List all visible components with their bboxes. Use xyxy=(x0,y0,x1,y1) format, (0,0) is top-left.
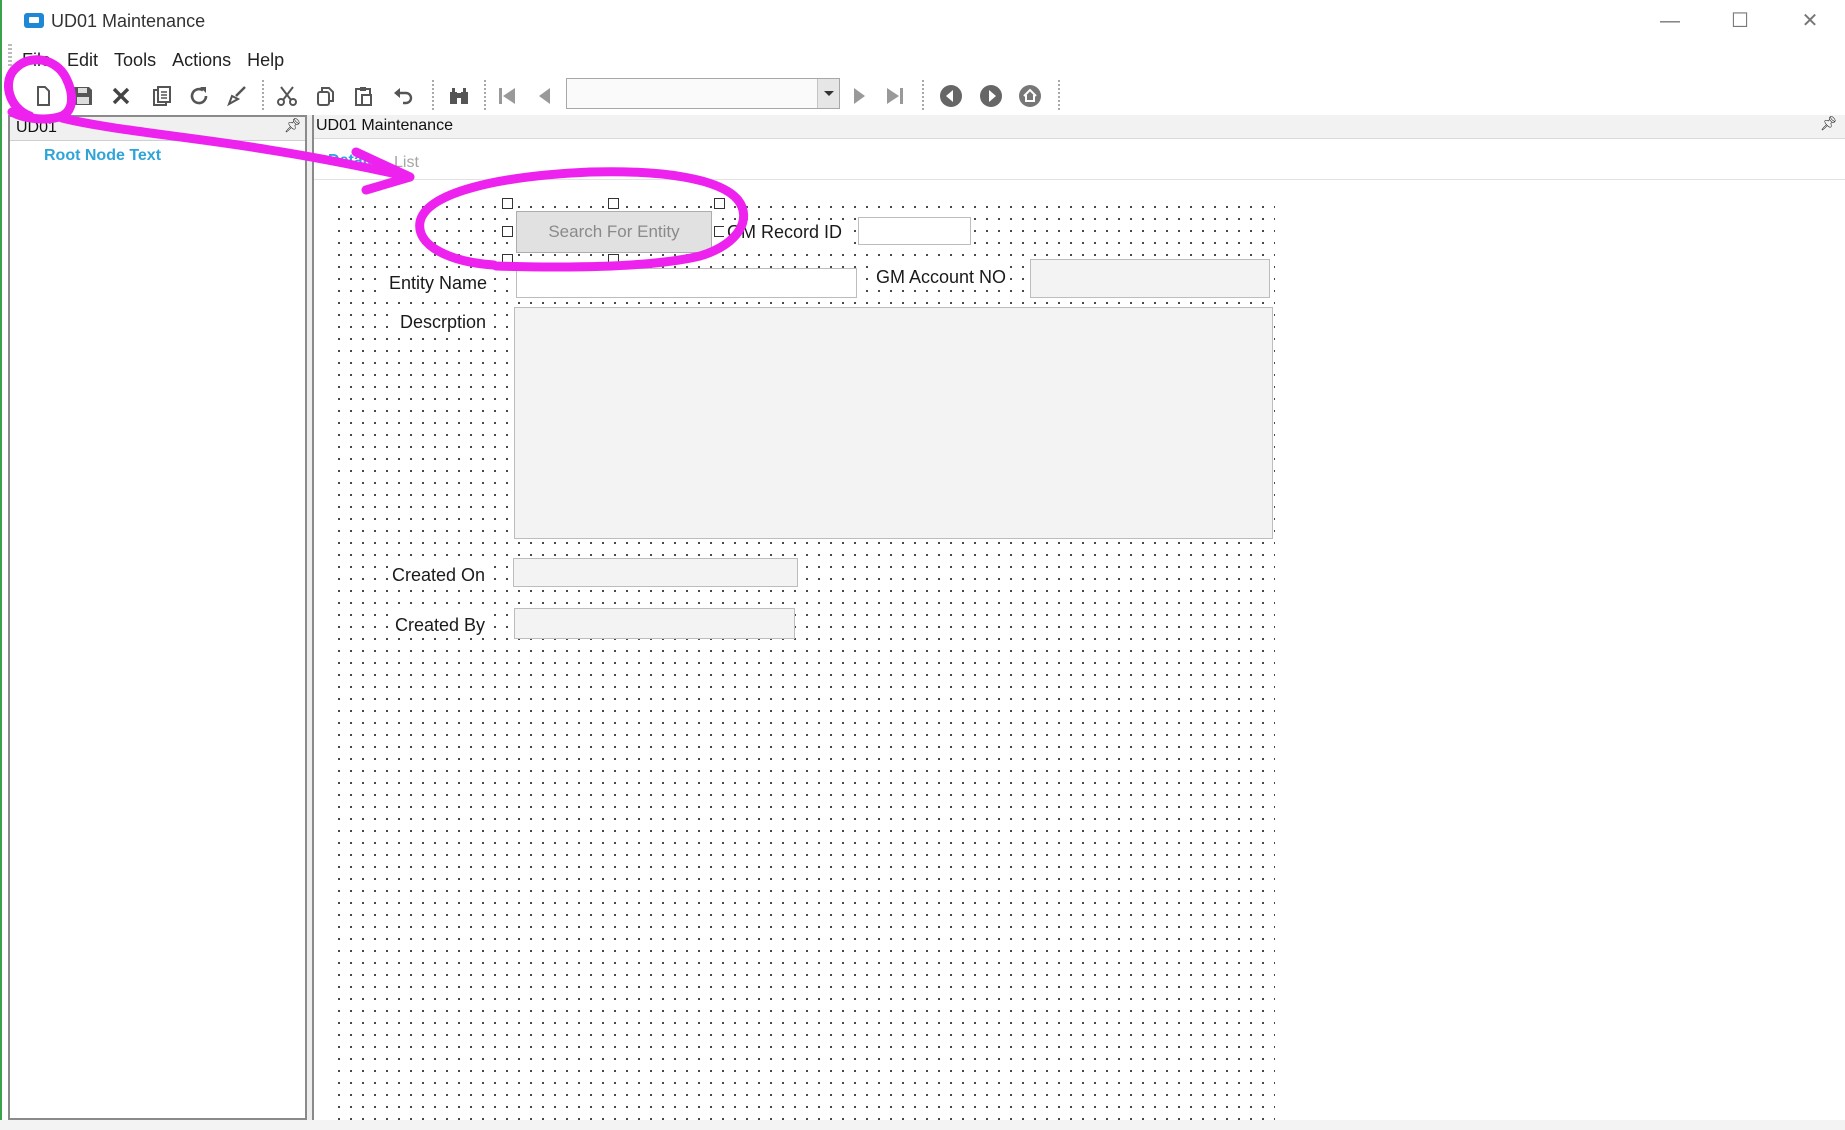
created-by-field[interactable] xyxy=(514,608,795,639)
description-label: Descrption xyxy=(397,310,490,334)
gm-account-no-label: GM Account NO xyxy=(873,265,1010,289)
back-button[interactable] xyxy=(934,81,968,111)
menu-bar: File Edit Tools Actions Help xyxy=(14,46,292,74)
toolbar-separator xyxy=(922,80,924,112)
toolbar-nav xyxy=(0,76,1845,116)
created-on-label: Created On xyxy=(389,563,489,587)
gm-account-no-field[interactable] xyxy=(1030,259,1270,298)
forward-icon xyxy=(980,85,1002,107)
window-edge xyxy=(0,0,2,1130)
tab-strip: Detail List xyxy=(314,152,1845,180)
search-for-entity-button[interactable]: Search For Entity xyxy=(516,211,712,253)
main-header: UD01 Maintenance 📌︎ xyxy=(312,115,1845,139)
resize-handle[interactable] xyxy=(608,254,619,265)
window-title: UD01 Maintenance xyxy=(51,11,206,31)
menu-tools[interactable]: Tools xyxy=(106,46,164,74)
resize-handle[interactable] xyxy=(502,198,513,209)
created-on-field[interactable] xyxy=(513,558,798,587)
back-icon xyxy=(940,85,962,107)
title-bar: UD01 Maintenance — ☐ ✕ xyxy=(0,0,1845,44)
close-button[interactable]: ✕ xyxy=(1785,6,1835,36)
resize-handle[interactable] xyxy=(608,198,619,209)
tab-list[interactable]: List xyxy=(394,154,419,172)
menu-file[interactable]: File xyxy=(14,46,59,74)
last-record-icon xyxy=(887,88,903,104)
home-icon xyxy=(1019,85,1041,107)
status-strip xyxy=(0,1120,1845,1130)
gm-record-id-field[interactable] xyxy=(858,217,971,245)
home-button[interactable] xyxy=(1013,81,1047,111)
gm-record-id-label: GM Record ID xyxy=(724,220,846,244)
next-record-icon xyxy=(854,88,865,104)
resize-handle[interactable] xyxy=(714,198,725,209)
pin-icon[interactable]: 📌︎ xyxy=(1820,115,1838,132)
menu-help[interactable]: Help xyxy=(239,46,292,74)
description-field[interactable] xyxy=(514,307,1273,539)
toolbar-separator xyxy=(1058,80,1060,112)
tree-panel: UD01 📌︎ Root Node Text xyxy=(8,115,307,1120)
last-record-button[interactable] xyxy=(878,81,912,111)
tree-title: UD01 xyxy=(16,119,57,136)
menu-actions[interactable]: Actions xyxy=(164,46,239,74)
main-title: UD01 Maintenance xyxy=(316,117,453,134)
forward-button[interactable] xyxy=(974,81,1008,111)
tab-detail[interactable]: Detail xyxy=(328,152,372,170)
entity-name-label: Entity Name xyxy=(386,271,491,295)
tree-header: UD01 📌︎ xyxy=(10,117,305,141)
maximize-button[interactable]: ☐ xyxy=(1715,6,1765,36)
resize-handle[interactable] xyxy=(502,226,513,237)
tree-root-node[interactable]: Root Node Text xyxy=(44,147,161,165)
pin-icon[interactable]: 📌︎ xyxy=(284,117,302,134)
entity-name-field[interactable] xyxy=(516,268,857,298)
minimize-button[interactable]: — xyxy=(1645,6,1695,36)
next-record-button[interactable] xyxy=(842,81,876,111)
app-icon xyxy=(24,13,44,28)
main-panel-border xyxy=(312,115,314,1120)
created-by-label: Created By xyxy=(392,613,489,637)
menu-edit[interactable]: Edit xyxy=(59,46,106,74)
menu-grip[interactable] xyxy=(8,44,12,66)
resize-handle[interactable] xyxy=(502,254,513,265)
